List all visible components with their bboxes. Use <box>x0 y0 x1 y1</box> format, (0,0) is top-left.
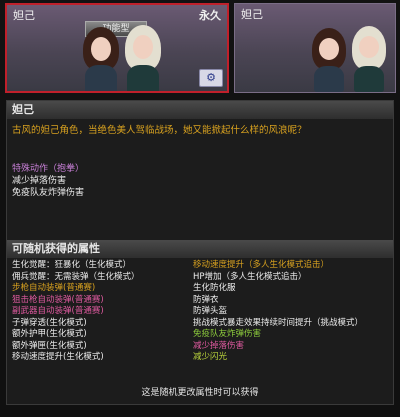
special-action-heading: 特殊动作（抱拳） <box>12 164 85 174</box>
character-portrait-blonde <box>119 23 167 91</box>
duration-label: 永久 <box>199 9 221 22</box>
attribute-item: 副武器自动装弹(普通赛) <box>12 306 104 316</box>
special-feature-line: 减少掉落伤害 <box>12 176 67 186</box>
skin-card-selected[interactable]: 妲己 功能型 永久 ⚙ <box>5 3 229 93</box>
attribute-item: 防弹衣 <box>193 294 219 305</box>
skin-card-title: 妲己 <box>241 8 263 21</box>
random-attributes-header: 可随机获得的属性 <box>7 240 393 258</box>
attribute-item: HP增加（多人生化模式追击） <box>193 271 307 282</box>
attribute-item: 生化防化服 <box>193 283 236 293</box>
attribute-item: 移动速度提升(生化模式) <box>12 352 104 362</box>
attribute-item: 额外弹匣(生化模式) <box>12 340 87 351</box>
attribute-item: 狙击枪自动装弹(普通赛) <box>12 294 104 305</box>
attribute-item: 生化觉醒：狂暴化（生化模式） <box>12 260 132 270</box>
attribute-item: 减少掉落伤害 <box>193 340 245 351</box>
character-description: 古风的妲己角色，当绝色美人驾临战场，她又能掀起什么样的风浪呢？ <box>12 125 307 136</box>
attribute-item: 防弹头盔 <box>193 306 228 316</box>
attribute-item: 免疫队友炸弹伤害 <box>193 329 262 339</box>
special-features: 特殊动作（抱拳） 减少掉落伤害 免疫队友炸弹伤害 <box>12 163 84 199</box>
attribute-item: 减少闪光 <box>193 352 228 362</box>
skin-card-alternate[interactable]: 妲己 <box>234 3 396 93</box>
character-name-header: 妲己 <box>7 101 393 119</box>
attributes-right-column: 移动速度提升（多人生化模式追击） HP增加（多人生化模式追击） 生化防化服 防弹… <box>193 260 363 364</box>
attribute-item: 移动速度提升（多人生化模式追击） <box>193 260 330 270</box>
footer-note: 这是随机更改属性时可以获得 <box>141 388 259 398</box>
attribute-item: 佣兵觉醒：无需装弹（生化模式） <box>12 271 140 282</box>
character-portrait-dark-hair <box>77 25 125 91</box>
attribute-item: 挑战模式暴走效果持续时间提升（挑战模式） <box>193 317 364 328</box>
character-info-panel: 妲己 古风的妲己角色，当绝色美人驾临战场，她又能掀起什么样的风浪呢？ 特殊动作（… <box>6 100 394 405</box>
skin-card-title: 妲己 <box>13 9 35 22</box>
character-portrait-dark-hair <box>307 26 351 92</box>
special-feature-line: 免疫队友炸弹伤害 <box>12 188 85 198</box>
attribute-item: 步枪自动装弹(普通赛) <box>12 283 96 293</box>
attribute-item: 额外护甲(生化模式) <box>12 329 87 339</box>
attribute-item: 子弹穿透(生化模式) <box>12 317 87 328</box>
settings-gear-icon[interactable]: ⚙ <box>199 69 223 87</box>
character-portrait-blonde <box>347 24 391 92</box>
skin-selector-row: 妲己 功能型 永久 ⚙ 妲己 <box>0 0 400 100</box>
attributes-left-column: 生化觉醒：狂暴化（生化模式） 佣兵觉醒：无需装弹（生化模式） 步枪自动装弹(普通… <box>12 260 140 364</box>
